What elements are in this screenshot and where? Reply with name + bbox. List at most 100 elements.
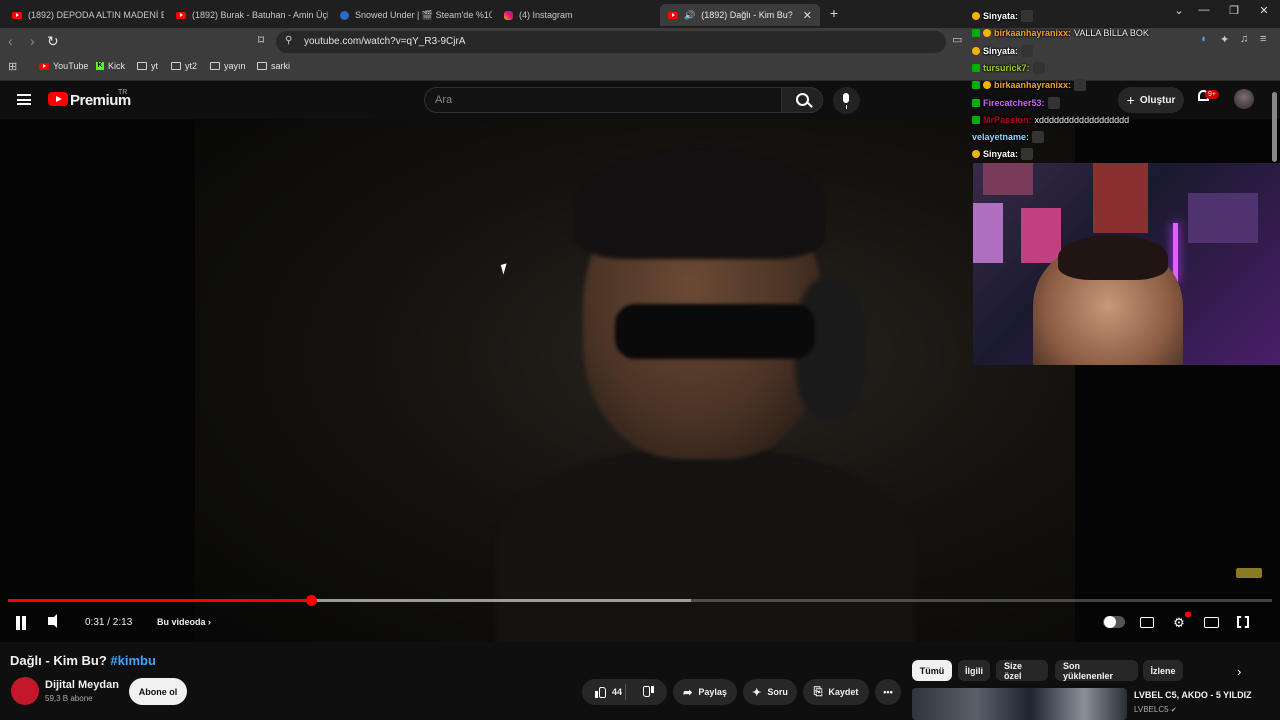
theater-mode-icon[interactable] xyxy=(1204,617,1219,628)
video-title: Dağlı - Kim Bu? #kimbu xyxy=(10,653,156,668)
folder-icon xyxy=(171,62,181,70)
sparkle-icon: ✦ xyxy=(752,686,762,699)
filter-chip[interactable]: Size özel xyxy=(996,660,1048,681)
forward-icon[interactable]: › xyxy=(30,33,35,49)
site-info-icon[interactable]: ⚲ xyxy=(285,35,292,46)
progress-bar[interactable] xyxy=(8,595,1272,606)
ask-button[interactable]: ✦ Soru xyxy=(743,679,797,705)
chat-message: tursurick7: xyxy=(972,60,1045,76)
more-actions-button[interactable]: ••• xyxy=(875,679,901,705)
chat-message: birkaanhayranixx: xyxy=(972,77,1087,93)
streamer-webcam-overlay xyxy=(973,163,1280,365)
bookmark-folder-yayin[interactable]: yayın xyxy=(210,61,246,71)
share-button[interactable]: ➦ Paylaş xyxy=(673,679,737,705)
bookmark-youtube[interactable]: YouTube xyxy=(39,61,88,71)
search-button[interactable] xyxy=(781,87,823,113)
channel-name[interactable]: Dijital Meydan xyxy=(45,679,119,691)
youtube-logo-icon[interactable] xyxy=(48,92,68,106)
like-count: 44 xyxy=(611,687,622,697)
video-figure-sunglasses xyxy=(615,304,815,359)
bookmark-folder-yt2[interactable]: yt2 xyxy=(171,61,197,71)
video-frame[interactable] xyxy=(195,119,1075,642)
browser-tab[interactable]: (4) Instagram xyxy=(496,4,656,26)
chat-emote-icon xyxy=(1032,61,1045,74)
tab-label: (4) Instagram xyxy=(519,10,573,20)
chapter-label: Bu videoda xyxy=(157,617,206,627)
volume-icon[interactable] xyxy=(48,614,57,628)
recommendation-channel[interactable]: LVBELC5 ✔ xyxy=(1134,705,1177,714)
webcam-poster xyxy=(1021,208,1061,263)
new-tab-button[interactable]: + xyxy=(822,5,846,21)
bookmark-folder-sarki[interactable]: sarki xyxy=(257,61,290,71)
kick-icon: K xyxy=(96,62,104,70)
chat-message: Sinyata: xyxy=(972,43,1034,59)
fullscreen-icon[interactable] xyxy=(1237,616,1249,628)
player-controls: 0:31 / 2:13 Bu videoda › ⚙ xyxy=(0,609,1280,639)
filter-chip[interactable]: Tümü xyxy=(912,660,952,681)
chat-emote-icon xyxy=(1021,148,1034,161)
thumbs-up-icon xyxy=(594,686,607,698)
save-button[interactable]: ⎘ Kaydet xyxy=(803,679,869,705)
like-button[interactable]: 44 xyxy=(594,686,622,698)
pause-button[interactable] xyxy=(15,616,27,630)
channel-avatar[interactable] xyxy=(11,677,39,705)
omnibox[interactable]: ⚲ youtube.com/watch?v=qY_R3-9CjrA xyxy=(276,31,946,53)
recommendation-thumbnail[interactable] xyxy=(912,688,1127,720)
webcam-streamer-hair xyxy=(1058,235,1168,280)
bookmark-label: yayın xyxy=(224,61,246,71)
bookmark-icon[interactable]: ⌑ xyxy=(258,33,264,47)
bookmark-kick[interactable]: K Kick xyxy=(96,61,125,71)
browser-tab-active[interactable]: 🔊 (1892) Dağlı - Kim Bu? #kimbu ✕ xyxy=(660,4,820,26)
bookmark-label: YouTube xyxy=(53,61,89,71)
chat-username: Sinyata: xyxy=(983,45,1019,56)
chevron-right-icon[interactable]: › xyxy=(1237,664,1241,679)
chat-emote-icon xyxy=(1074,79,1087,92)
filter-chip[interactable]: İlgili xyxy=(958,660,990,681)
url-text[interactable]: youtube.com/watch?v=qY_R3-9CjrA xyxy=(304,36,465,47)
bookmark-folder-yt[interactable]: yt xyxy=(137,61,158,71)
chat-username: MrPassion: xyxy=(983,114,1032,125)
filter-chip[interactable]: İzlene xyxy=(1143,660,1183,681)
chapter-button[interactable]: Bu videoda › xyxy=(157,617,211,627)
filter-chip[interactable]: Son yüklenenler xyxy=(1055,660,1138,681)
subscriber-badge-icon xyxy=(983,81,991,90)
chat-username: Firecatcher53: xyxy=(983,97,1045,108)
recommendation-channel-name: LVBELC5 xyxy=(1134,705,1169,714)
close-icon[interactable]: ✕ xyxy=(803,9,812,22)
bookmark-label: Kick xyxy=(108,61,126,71)
page-scrollbar[interactable] xyxy=(1272,92,1277,162)
browser-tab[interactable]: (1892) Burak - Batuhan - Amin Üçlü xyxy=(168,4,328,26)
progress-played xyxy=(8,599,312,602)
cast-icon[interactable]: ▭ xyxy=(952,33,962,46)
youtube-icon xyxy=(668,11,678,19)
search-input[interactable]: Ara xyxy=(424,87,782,113)
chat-emote-icon xyxy=(1032,131,1045,144)
tab-label: (1892) Burak - Batuhan - Amin Üçlü xyxy=(192,10,328,20)
share-label: Paylaş xyxy=(698,687,727,697)
browser-tab[interactable]: (1892) DEPODA ALTIN MADENİ BUL xyxy=(4,4,164,26)
recommendation-title[interactable]: LVBEL C5, AKDO - 5 YILDIZ xyxy=(1134,690,1252,700)
subscribe-button[interactable]: Abone ol xyxy=(129,678,187,705)
dislike-button[interactable] xyxy=(642,686,654,699)
webcam-wall-sign xyxy=(1188,193,1258,243)
audio-playing-icon: 🔊 xyxy=(684,9,696,20)
chat-message: Sinyata: xyxy=(972,146,1034,162)
back-icon[interactable]: ‹ xyxy=(8,33,13,49)
chevron-right-icon: › xyxy=(208,617,212,627)
subtitles-icon[interactable] xyxy=(1140,617,1154,628)
autoplay-toggle[interactable] xyxy=(1103,616,1125,628)
voice-search-button[interactable] xyxy=(833,87,860,114)
chat-message: Sinyata: xyxy=(972,8,1034,24)
browser-tab[interactable]: Snowed Under | 🎬 Steam'de %10 xyxy=(332,4,492,26)
hamburger-menu-icon[interactable] xyxy=(17,94,31,105)
video-figure-hair xyxy=(575,149,825,259)
reload-icon[interactable]: ↻ xyxy=(47,33,59,50)
bookmark-label: sarki xyxy=(271,61,291,71)
tab-label: Snowed Under | 🎬 Steam'de %10 xyxy=(355,9,492,20)
stream-chat-overlay: Sinyata: birkaanhayranixx: VALLA BİLLA BOK… xyxy=(970,0,1280,162)
hashtag-link[interactable]: #kimbu xyxy=(110,653,156,668)
moderator-badge-icon xyxy=(972,63,980,72)
chat-username: tursurick7: xyxy=(983,62,1030,73)
tab-label: (1892) DEPODA ALTIN MADENİ BUL xyxy=(28,10,164,20)
apps-grid-icon[interactable]: ⊞ xyxy=(8,60,17,73)
